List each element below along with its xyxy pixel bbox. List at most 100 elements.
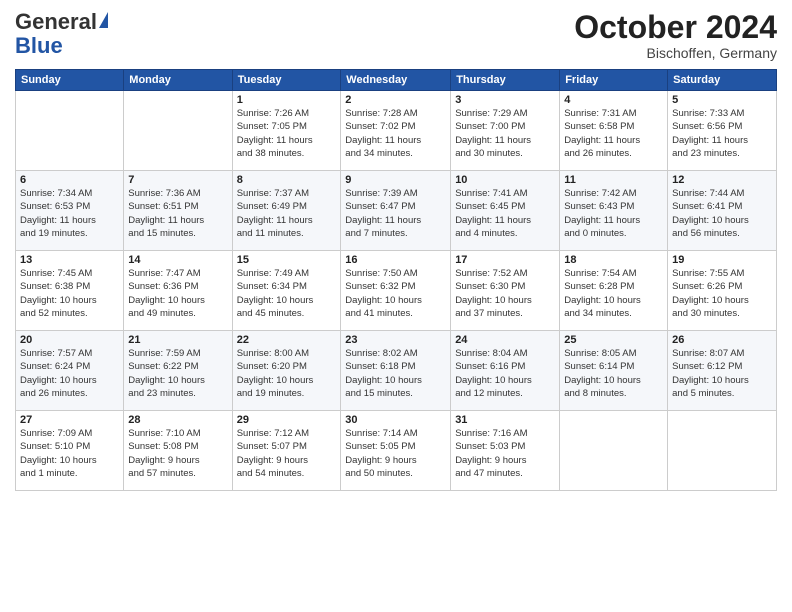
day-info: Sunrise: 7:36 AMSunset: 6:51 PMDaylight:… [128,187,227,240]
day-number: 24 [455,334,555,346]
day-info: Sunrise: 8:00 AMSunset: 6:20 PMDaylight:… [237,347,337,400]
day-number: 9 [345,174,446,186]
calendar-cell [560,411,668,491]
day-info: Sunrise: 8:02 AMSunset: 6:18 PMDaylight:… [345,347,446,400]
weekday-header-saturday: Saturday [668,70,777,91]
day-number: 28 [128,414,227,426]
calendar-cell [16,91,124,171]
weekday-header-wednesday: Wednesday [341,70,451,91]
day-info: Sunrise: 7:34 AMSunset: 6:53 PMDaylight:… [20,187,119,240]
calendar-cell: 20Sunrise: 7:57 AMSunset: 6:24 PMDayligh… [16,331,124,411]
calendar-cell: 24Sunrise: 8:04 AMSunset: 6:16 PMDayligh… [451,331,560,411]
day-info: Sunrise: 7:55 AMSunset: 6:26 PMDaylight:… [672,267,772,320]
day-number: 6 [20,174,119,186]
day-info: Sunrise: 8:07 AMSunset: 6:12 PMDaylight:… [672,347,772,400]
day-info: Sunrise: 7:29 AMSunset: 7:00 PMDaylight:… [455,107,555,160]
calendar-cell: 28Sunrise: 7:10 AMSunset: 5:08 PMDayligh… [124,411,232,491]
day-number: 4 [564,94,663,106]
day-number: 17 [455,254,555,266]
title-block: October 2024 Bischoffen, Germany [574,10,777,61]
weekday-header-friday: Friday [560,70,668,91]
day-number: 21 [128,334,227,346]
calendar-cell: 27Sunrise: 7:09 AMSunset: 5:10 PMDayligh… [16,411,124,491]
day-number: 16 [345,254,446,266]
weekday-header-sunday: Sunday [16,70,124,91]
calendar-cell: 7Sunrise: 7:36 AMSunset: 6:51 PMDaylight… [124,171,232,251]
day-info: Sunrise: 7:47 AMSunset: 6:36 PMDaylight:… [128,267,227,320]
calendar-cell: 19Sunrise: 7:55 AMSunset: 6:26 PMDayligh… [668,251,777,331]
logo-general: General [15,9,97,34]
calendar-cell: 9Sunrise: 7:39 AMSunset: 6:47 PMDaylight… [341,171,451,251]
logo: General Blue [15,10,108,58]
day-number: 22 [237,334,337,346]
day-number: 26 [672,334,772,346]
calendar-week-2: 6Sunrise: 7:34 AMSunset: 6:53 PMDaylight… [16,171,777,251]
calendar-cell: 17Sunrise: 7:52 AMSunset: 6:30 PMDayligh… [451,251,560,331]
day-number: 20 [20,334,119,346]
calendar-cell: 16Sunrise: 7:50 AMSunset: 6:32 PMDayligh… [341,251,451,331]
day-info: Sunrise: 7:39 AMSunset: 6:47 PMDaylight:… [345,187,446,240]
day-number: 2 [345,94,446,106]
day-number: 30 [345,414,446,426]
weekday-header-thursday: Thursday [451,70,560,91]
day-info: Sunrise: 7:12 AMSunset: 5:07 PMDaylight:… [237,427,337,480]
calendar-cell: 11Sunrise: 7:42 AMSunset: 6:43 PMDayligh… [560,171,668,251]
day-info: Sunrise: 7:41 AMSunset: 6:45 PMDaylight:… [455,187,555,240]
calendar-cell: 6Sunrise: 7:34 AMSunset: 6:53 PMDaylight… [16,171,124,251]
day-info: Sunrise: 7:14 AMSunset: 5:05 PMDaylight:… [345,427,446,480]
calendar-cell: 23Sunrise: 8:02 AMSunset: 6:18 PMDayligh… [341,331,451,411]
day-number: 13 [20,254,119,266]
calendar-cell: 5Sunrise: 7:33 AMSunset: 6:56 PMDaylight… [668,91,777,171]
page: General Blue October 2024 Bischoffen, Ge… [0,0,792,612]
day-number: 19 [672,254,772,266]
day-info: Sunrise: 7:16 AMSunset: 5:03 PMDaylight:… [455,427,555,480]
logo-icon [99,12,108,28]
day-info: Sunrise: 7:33 AMSunset: 6:56 PMDaylight:… [672,107,772,160]
day-info: Sunrise: 7:59 AMSunset: 6:22 PMDaylight:… [128,347,227,400]
weekday-header-tuesday: Tuesday [232,70,341,91]
day-info: Sunrise: 7:45 AMSunset: 6:38 PMDaylight:… [20,267,119,320]
calendar-cell: 12Sunrise: 7:44 AMSunset: 6:41 PMDayligh… [668,171,777,251]
day-number: 8 [237,174,337,186]
day-number: 29 [237,414,337,426]
day-info: Sunrise: 7:54 AMSunset: 6:28 PMDaylight:… [564,267,663,320]
day-info: Sunrise: 7:50 AMSunset: 6:32 PMDaylight:… [345,267,446,320]
day-number: 1 [237,94,337,106]
calendar-cell: 29Sunrise: 7:12 AMSunset: 5:07 PMDayligh… [232,411,341,491]
logo-blue: Blue [15,33,63,58]
day-number: 5 [672,94,772,106]
day-info: Sunrise: 7:26 AMSunset: 7:05 PMDaylight:… [237,107,337,160]
day-number: 15 [237,254,337,266]
day-info: Sunrise: 7:49 AMSunset: 6:34 PMDaylight:… [237,267,337,320]
month-title: October 2024 [574,10,777,45]
day-info: Sunrise: 7:09 AMSunset: 5:10 PMDaylight:… [20,427,119,480]
day-number: 7 [128,174,227,186]
calendar-cell: 3Sunrise: 7:29 AMSunset: 7:00 PMDaylight… [451,91,560,171]
calendar-header-row: SundayMondayTuesdayWednesdayThursdayFrid… [16,70,777,91]
calendar-week-3: 13Sunrise: 7:45 AMSunset: 6:38 PMDayligh… [16,251,777,331]
calendar-week-5: 27Sunrise: 7:09 AMSunset: 5:10 PMDayligh… [16,411,777,491]
calendar-cell: 10Sunrise: 7:41 AMSunset: 6:45 PMDayligh… [451,171,560,251]
day-number: 3 [455,94,555,106]
day-number: 31 [455,414,555,426]
day-info: Sunrise: 7:37 AMSunset: 6:49 PMDaylight:… [237,187,337,240]
calendar-week-4: 20Sunrise: 7:57 AMSunset: 6:24 PMDayligh… [16,331,777,411]
calendar-cell: 21Sunrise: 7:59 AMSunset: 6:22 PMDayligh… [124,331,232,411]
header: General Blue October 2024 Bischoffen, Ge… [15,10,777,61]
weekday-header-monday: Monday [124,70,232,91]
day-number: 12 [672,174,772,186]
calendar-cell: 13Sunrise: 7:45 AMSunset: 6:38 PMDayligh… [16,251,124,331]
calendar-cell: 14Sunrise: 7:47 AMSunset: 6:36 PMDayligh… [124,251,232,331]
day-number: 25 [564,334,663,346]
location: Bischoffen, Germany [574,45,777,61]
calendar-cell: 2Sunrise: 7:28 AMSunset: 7:02 PMDaylight… [341,91,451,171]
day-info: Sunrise: 7:31 AMSunset: 6:58 PMDaylight:… [564,107,663,160]
day-number: 11 [564,174,663,186]
calendar-cell: 31Sunrise: 7:16 AMSunset: 5:03 PMDayligh… [451,411,560,491]
calendar-cell: 15Sunrise: 7:49 AMSunset: 6:34 PMDayligh… [232,251,341,331]
day-info: Sunrise: 7:57 AMSunset: 6:24 PMDaylight:… [20,347,119,400]
calendar-cell: 8Sunrise: 7:37 AMSunset: 6:49 PMDaylight… [232,171,341,251]
day-number: 14 [128,254,227,266]
calendar-cell: 4Sunrise: 7:31 AMSunset: 6:58 PMDaylight… [560,91,668,171]
day-info: Sunrise: 8:05 AMSunset: 6:14 PMDaylight:… [564,347,663,400]
